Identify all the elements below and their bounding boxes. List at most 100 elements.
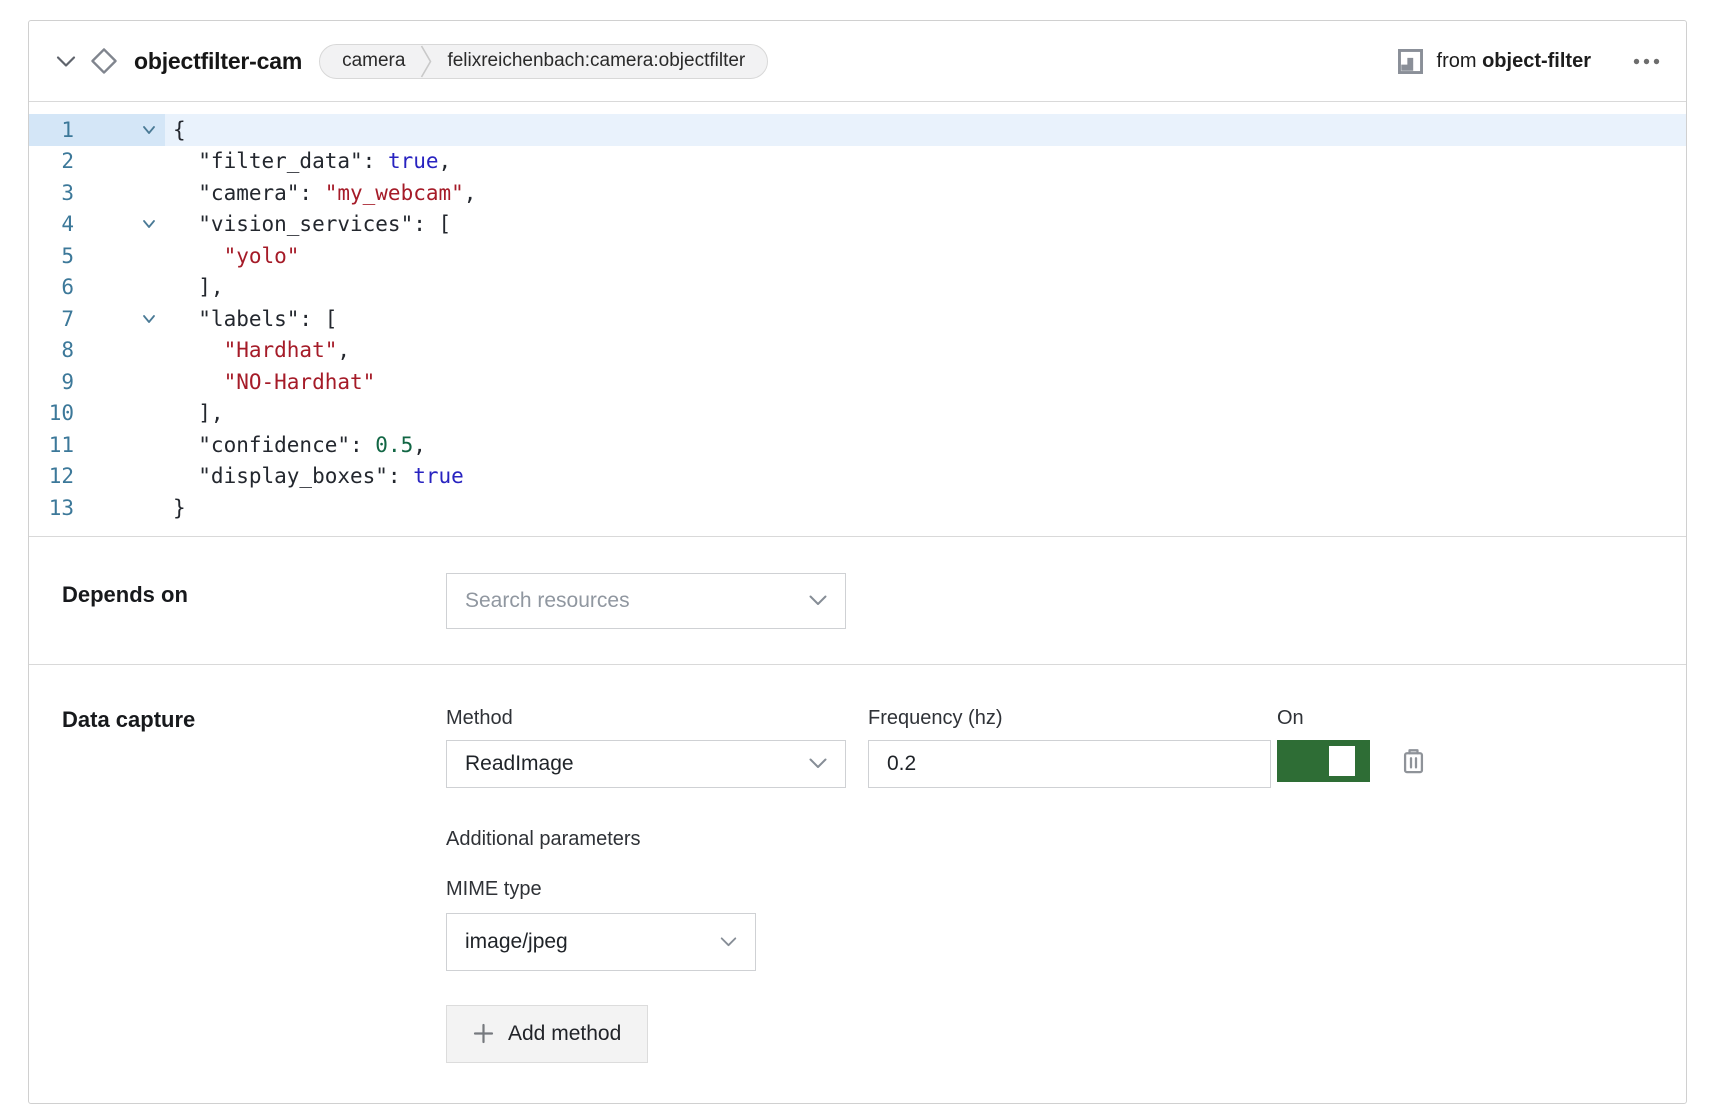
line-number: 6 [29,275,74,299]
line-gutter: 1 [29,114,165,146]
from-module-label: from object-filter [1437,50,1591,73]
line-number: 11 [29,433,74,457]
additional-params-label: Additional parameters [446,828,1686,851]
depends-on-placeholder: Search resources [465,589,630,613]
data-capture-form: Method ReadImage Frequency (hz) On [446,707,1686,1063]
line-gutter: 8 [29,335,165,367]
code-line[interactable]: 6 ], [29,272,1686,304]
line-gutter: 7 [29,303,165,335]
mime-type-label: MIME type [446,878,1686,901]
line-gutter: 13 [29,492,165,524]
from-module-name: object-filter [1482,50,1591,72]
code-text: "yolo" [165,240,1686,272]
toggle-knob [1329,746,1355,776]
code-text: ], [165,398,1686,430]
line-gutter: 6 [29,272,165,304]
data-capture-heading: Data capture [62,707,446,733]
code-text: "labels": [ [165,303,1686,335]
code-text: "NO-Hardhat" [165,366,1686,398]
resource-title: objectfilter-cam [134,48,302,75]
json-editor[interactable]: 1{2 "filter_data": true,3 "camera": "my_… [29,101,1686,536]
code-line[interactable]: 13} [29,492,1686,524]
line-gutter: 11 [29,429,165,461]
depends-on-left: Depends on [29,573,446,608]
frequency-input[interactable] [868,740,1271,788]
code-text: } [165,492,1686,524]
mime-type-value: image/jpeg [465,930,568,954]
line-number: 4 [29,212,74,236]
capture-on-toggle[interactable] [1277,740,1370,782]
toggle-row [1277,740,1426,782]
code-text: "camera": "my_webcam", [165,177,1686,209]
method-label: Method [446,707,846,727]
code-line[interactable]: 11 "confidence": 0.5, [29,429,1686,461]
line-gutter: 10 [29,398,165,430]
trash-icon[interactable] [1401,747,1426,775]
capture-on-label: On [1277,707,1426,727]
plus-icon [473,1023,494,1044]
line-number: 1 [29,118,74,142]
mime-type-select[interactable]: image/jpeg [446,913,756,971]
ellipsis-menu-icon[interactable] [1633,58,1660,65]
code-text: "filter_data": true, [165,146,1686,178]
line-number: 12 [29,464,74,488]
code-line[interactable]: 7 "labels": [ [29,303,1686,335]
card-header: objectfilter-cam camera felixreichenbach… [29,21,1686,101]
fold-chevron-icon[interactable] [74,125,165,135]
code-line[interactable]: 4 "vision_services": [ [29,209,1686,241]
code-line[interactable]: 9 "NO-Hardhat" [29,366,1686,398]
code-line[interactable]: 12 "display_boxes": true [29,461,1686,493]
frequency-field: Frequency (hz) [868,707,1271,788]
code-text: "display_boxes": true [165,461,1686,493]
line-gutter: 9 [29,366,165,398]
method-field: Method ReadImage [446,707,846,788]
line-gutter: 4 [29,209,165,241]
code-line[interactable]: 5 "yolo" [29,240,1686,272]
method-value: ReadImage [465,752,574,776]
method-select[interactable]: ReadImage [446,740,846,788]
chevron-down-icon [720,937,737,947]
capture-toggle-field: On [1277,707,1426,782]
data-capture-left: Data capture [29,707,446,733]
line-number: 8 [29,338,74,362]
capture-method-row: Method ReadImage Frequency (hz) On [446,707,1686,788]
add-method-label: Add method [508,1022,621,1046]
add-method-button[interactable]: Add method [446,1005,648,1063]
code-text: ], [165,272,1686,304]
line-number: 10 [29,401,74,425]
pill-divider-icon [420,45,432,78]
frequency-label: Frequency (hz) [868,707,1271,727]
line-number: 13 [29,496,74,520]
line-number: 2 [29,149,74,173]
fold-chevron-icon[interactable] [74,314,165,324]
depends-on-select[interactable]: Search resources [446,573,846,629]
code-line[interactable]: 10 ], [29,398,1686,430]
depends-on-section: Depends on Search resources [29,536,1686,664]
line-gutter: 5 [29,240,165,272]
resource-type-pill: camera felixreichenbach:camera:objectfil… [319,44,768,79]
resource-card: objectfilter-cam camera felixreichenbach… [28,20,1687,1104]
line-number: 3 [29,181,74,205]
code-text: { [165,114,1686,146]
code-line[interactable]: 2 "filter_data": true, [29,146,1686,178]
code-line[interactable]: 1{ [29,114,1686,146]
from-prefix: from [1437,50,1477,72]
code-line[interactable]: 8 "Hardhat", [29,335,1686,367]
component-diamond-icon [89,46,119,76]
data-capture-section: Data capture Method ReadImage Frequency … [29,664,1686,1103]
fold-chevron-icon[interactable] [74,219,165,229]
module-icon [1397,48,1424,75]
code-line[interactable]: 3 "camera": "my_webcam", [29,177,1686,209]
chevron-down-icon [809,758,827,769]
line-number: 5 [29,244,74,268]
line-gutter: 2 [29,146,165,178]
collapse-chevron-icon[interactable] [56,55,76,68]
code-text: "confidence": 0.5, [165,429,1686,461]
depends-on-heading: Depends on [62,582,446,608]
code-text: "vision_services": [ [165,209,1686,241]
chevron-down-icon [809,595,827,606]
resource-model-label: felixreichenbach:camera:objectfilter [447,50,745,72]
line-gutter: 12 [29,461,165,493]
resource-type-label: camera [342,50,405,72]
code-text: "Hardhat", [165,335,1686,367]
